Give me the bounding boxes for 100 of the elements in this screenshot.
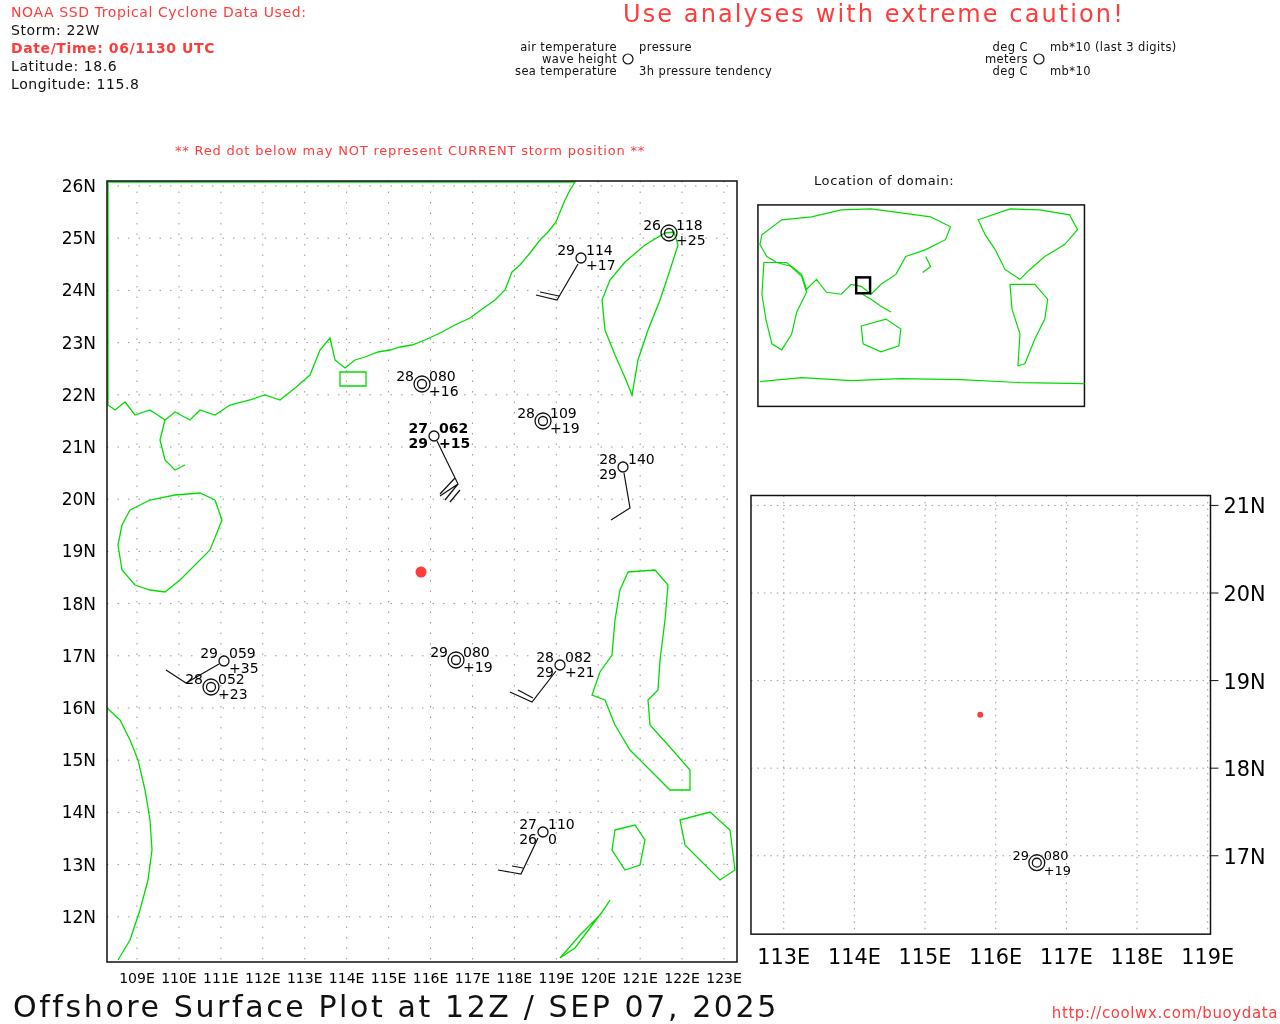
tendency-label: 3h pressure tendency [639, 65, 773, 77]
latitude-label: 21N [61, 437, 96, 457]
wind-barb-icon [535, 263, 579, 301]
longitude-label: 115E [898, 945, 952, 970]
pressure-tendency: +21 [565, 664, 595, 680]
longitude-label: 115E [370, 970, 407, 985]
latitude-label: 16N [61, 698, 96, 718]
data-source-heading: NOAA SSD Tropical Cyclone Data Used: [11, 4, 308, 20]
date-time: Date/Time: 06/1130 UTC [11, 40, 217, 56]
air-temperature: 28 [536, 649, 554, 665]
latitude-label: 12N [61, 906, 96, 927]
latitude-label: 18N [1223, 757, 1266, 782]
station-circle-icon [622, 53, 635, 65]
sea-temperature: 29 [599, 466, 617, 482]
longitude-label: 111E [203, 970, 239, 985]
pressure-value: 059 [229, 645, 256, 661]
longitude-label: 118E [496, 970, 533, 985]
sea-temperature: 29 [408, 435, 428, 451]
pressure-value: 118 [676, 217, 703, 233]
latitude-label: 26N [61, 176, 96, 196]
air-temperature-label: air temperature [519, 41, 618, 53]
pressure-tendency: +16 [429, 383, 459, 399]
pressure-value: 080 [429, 368, 456, 384]
longitude-label: 119E [538, 970, 575, 985]
wave-height-label: wave height [542, 53, 618, 65]
latitude-label: 19N [61, 541, 96, 562]
pressure-tendency: +23 [218, 686, 248, 702]
pressure-value: 114 [586, 242, 613, 258]
longitude-label: 112E [245, 970, 281, 985]
pressure-tendency: +19 [550, 420, 580, 436]
station-circle-icon [1033, 53, 1045, 65]
latitude-label: 21N [1223, 494, 1266, 519]
longitude-label: 113E [286, 970, 323, 985]
storm-position-dot [977, 712, 984, 719]
caution-warning: Use analyses with extreme caution! [622, 0, 1126, 30]
domain-box-icon [854, 276, 872, 295]
latitude-label: 19N [1223, 669, 1266, 694]
pressure-tendency: +19 [1043, 862, 1071, 878]
longitude-label: 117E [1039, 945, 1093, 970]
latitude-label: 13N [61, 854, 96, 875]
latitude-label: 20N [61, 489, 96, 510]
longitude-label: 120E [580, 970, 616, 985]
sea-temperature-unit: deg C [991, 65, 1028, 77]
latitude-label: 15N [61, 750, 96, 771]
longitude-label: 113E [757, 945, 811, 970]
latitude-label: 23N [61, 332, 96, 353]
pressure-value: 109 [550, 405, 577, 421]
latitude-value: Latitude: 18.6 [11, 58, 119, 74]
latitude-label: 22N [61, 384, 96, 405]
pressure-tendency: 0 [548, 831, 557, 847]
storm-position-dot [415, 566, 427, 578]
latitude-label: 20N [1223, 582, 1266, 607]
air-temperature: 27 [519, 816, 537, 832]
pressure-value: 140 [628, 451, 655, 467]
longitude-label: 117E [454, 970, 491, 985]
latitude-label: 17N [1223, 844, 1266, 869]
latitude-label: 14N [61, 802, 96, 823]
air-temperature: 28 [396, 368, 414, 384]
pressure-value: 080 [463, 644, 490, 660]
air-temperature: 29 [557, 242, 575, 258]
inset-title: Location of domain: [814, 173, 955, 189]
sea-temperature: 26 [519, 831, 537, 847]
pressure-value: 080 [1043, 847, 1069, 863]
plot-title: Offshore Surface Plot at 12Z / SEP 07, 2025 [13, 990, 779, 1024]
pressure-tendency: +19 [463, 659, 493, 675]
longitude-label: 110E [161, 970, 197, 985]
longitude-label: 116E [969, 945, 1023, 970]
air-temperature: 27 [408, 420, 428, 436]
air-temperature: 29 [430, 644, 448, 660]
tendency-unit: mb*10 [1050, 65, 1092, 77]
air-temperature: 29 [1012, 847, 1029, 863]
longitude-label: 121E [622, 970, 658, 985]
air-temperature: 28 [599, 451, 617, 467]
longitude-label: 114E [827, 945, 881, 970]
pressure-value: 082 [565, 649, 592, 665]
latitude-label: 18N [61, 593, 96, 614]
latitude-label: 24N [61, 280, 96, 301]
pressure-tendency: +15 [439, 435, 471, 451]
storm-id: Storm: 22W [11, 22, 101, 38]
wave-height-unit: meters [985, 53, 1028, 65]
sea-temperature: 29 [536, 664, 554, 680]
latitude-label: 25N [61, 228, 96, 249]
sea-temperature-label: sea temperature [515, 65, 618, 77]
storm-position-notice: ** Red dot below may NOT represent CURRENT storm position ** [175, 143, 646, 158]
air-temperature: 26 [643, 217, 661, 233]
source-link[interactable]: http://coolwx.com/buoydata [1051, 1002, 1278, 1024]
air-temperature-unit: deg C [992, 41, 1028, 53]
longitude-label: 118E [1110, 945, 1164, 970]
latitude-label: 17N [61, 645, 96, 666]
pressure-tendency: +25 [676, 232, 706, 248]
air-temperature: 28 [517, 405, 535, 421]
pressure-unit: mb*10 (last 3 digits) [1050, 41, 1177, 53]
pressure-value: 110 [548, 816, 575, 832]
pressure-value: 062 [439, 420, 469, 436]
longitude-label: 116E [412, 970, 449, 985]
longitude-value: Longitude: 115.8 [11, 76, 141, 92]
pressure-label: pressure [639, 41, 693, 53]
longitude-label: 119E [1181, 945, 1235, 970]
longitude-label: 114E [328, 970, 365, 985]
longitude-label: 123E [706, 970, 742, 985]
